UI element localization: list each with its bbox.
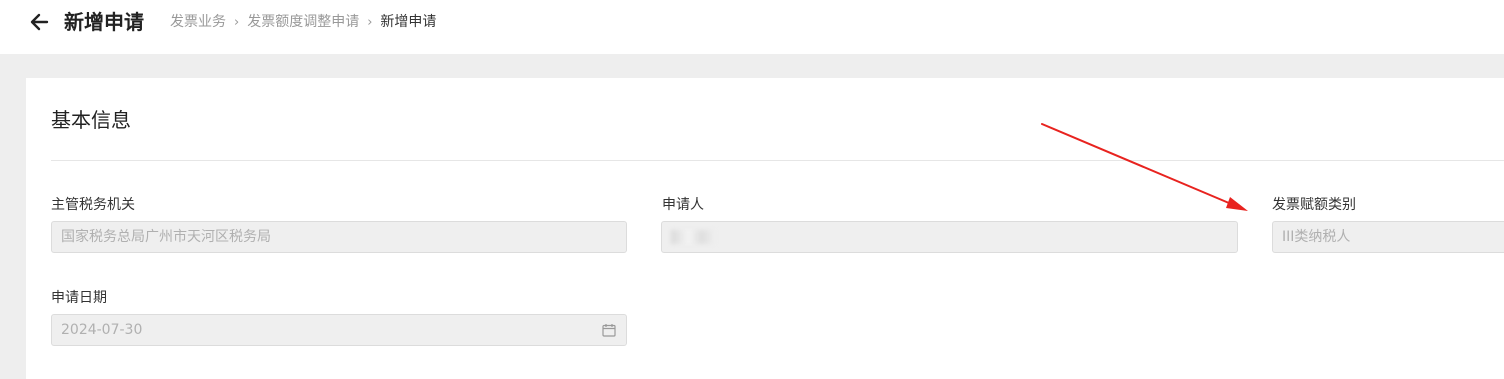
apply-date-label: 申请日期 [51,290,107,306]
back-arrow-icon [30,13,49,31]
apply-date-input[interactable]: 2024-07-30 [51,314,627,346]
breadcrumb-item-quota-adjustment[interactable]: 发票额度调整申请 [247,14,359,30]
page-header: 新增申请 发票业务 › 发票额度调整申请 › 新增申请 [0,0,1504,54]
invoice-category-label: 发票赋额类别 [1272,197,1356,213]
breadcrumb-item-invoice-business[interactable]: 发票业务 [170,14,226,30]
tax-authority-label: 主管税务机关 [51,197,135,213]
back-button[interactable] [28,10,50,34]
applicant-label: 申请人 [662,197,704,213]
tax-authority-input[interactable]: 国家税务总局广州市天河区税务局 [51,221,627,253]
chevron-right-icon: › [234,15,240,30]
apply-date-value: 2024-07-30 [61,322,143,338]
applicant-input[interactable] [661,221,1238,253]
section-title: 基本信息 [51,108,131,132]
redacted-applicant-name [671,230,715,244]
section-divider [51,160,1504,161]
breadcrumb-item-current: 新增申请 [380,14,437,30]
breadcrumb: 发票业务 › 发票额度调整申请 › 新增申请 [170,12,436,33]
chevron-right-icon: › [367,15,373,30]
annotation-arrow-icon [1041,123,1248,211]
invoice-category-input[interactable]: III类纳税人 [1272,221,1504,253]
calendar-icon [602,324,616,337]
page-title: 新增申请 [64,10,144,34]
